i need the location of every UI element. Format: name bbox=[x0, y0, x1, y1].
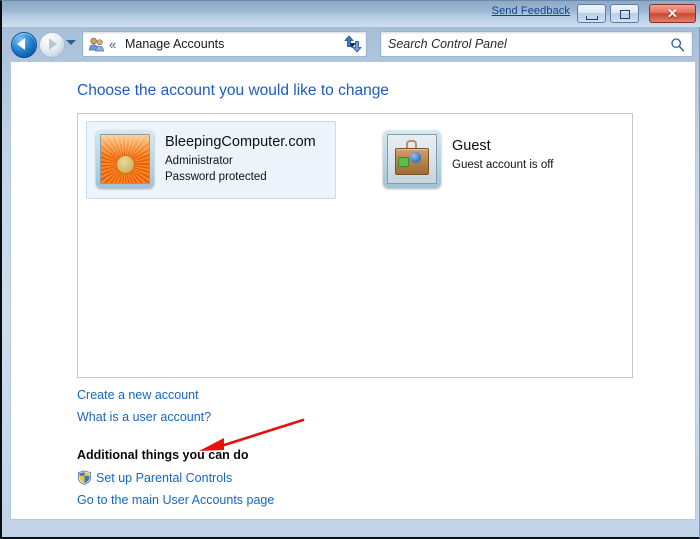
go-to-main-user-accounts-link[interactable]: Go to the main User Accounts page bbox=[77, 493, 274, 507]
account-tile-bleepingcomputer[interactable]: BleepingComputer.com Administrator Passw… bbox=[86, 121, 336, 199]
refresh-button[interactable] bbox=[340, 31, 366, 57]
forward-button[interactable] bbox=[39, 32, 65, 58]
suitcase-sticker-green-icon bbox=[398, 157, 409, 167]
account-tile-guest[interactable]: Guest Guest account is off bbox=[373, 121, 623, 199]
content-area: Choose the account you would like to cha… bbox=[10, 61, 696, 520]
account-name: BleepingComputer.com bbox=[165, 134, 316, 150]
account-password-status: Password protected bbox=[165, 171, 267, 183]
back-button[interactable] bbox=[11, 32, 37, 58]
set-up-parental-controls-link[interactable]: Set up Parental Controls bbox=[96, 471, 232, 485]
recent-pages-chevron-down-icon[interactable] bbox=[66, 40, 76, 45]
create-new-account-link[interactable]: Create a new account bbox=[77, 388, 199, 402]
maximize-button[interactable] bbox=[610, 4, 639, 23]
avatar bbox=[96, 130, 154, 188]
page-title: Choose the account you would like to cha… bbox=[77, 82, 389, 99]
account-type: Administrator bbox=[165, 155, 233, 167]
control-panel-window: Send Feedback ✕ « Manage Accounts Search… bbox=[0, 0, 700, 539]
accounts-list-panel: BleepingComputer.com Administrator Passw… bbox=[77, 113, 633, 378]
suitcase-picture-icon bbox=[388, 135, 436, 183]
account-name: Guest bbox=[452, 138, 491, 154]
close-button[interactable]: ✕ bbox=[649, 4, 696, 23]
search-icon bbox=[670, 37, 685, 57]
close-icon: ✕ bbox=[667, 6, 678, 21]
minimize-button[interactable] bbox=[577, 4, 606, 23]
refresh-icon bbox=[344, 35, 362, 53]
maximize-icon bbox=[620, 10, 630, 19]
account-status: Guest account is off bbox=[452, 159, 554, 171]
user-accounts-icon bbox=[88, 36, 105, 53]
navigation-bar: « Manage Accounts Search Control Panel bbox=[2, 27, 700, 61]
arrow-left-icon bbox=[17, 38, 25, 50]
additional-things-heading: Additional things you can do bbox=[77, 448, 249, 462]
sunflower-picture-icon bbox=[101, 135, 149, 183]
search-input[interactable]: Search Control Panel bbox=[380, 31, 693, 57]
avatar bbox=[383, 130, 441, 188]
arrow-right-icon bbox=[49, 38, 57, 50]
uac-shield-icon bbox=[77, 470, 92, 485]
what-is-user-account-link[interactable]: What is a user account? bbox=[77, 410, 211, 424]
breadcrumb-chevron[interactable]: « bbox=[109, 37, 116, 53]
suitcase-sticker-blue-icon bbox=[410, 152, 421, 163]
minimize-icon bbox=[586, 16, 598, 20]
send-feedback-link[interactable]: Send Feedback bbox=[492, 5, 570, 17]
window-titlebar: Send Feedback ✕ bbox=[2, 1, 700, 27]
breadcrumb[interactable]: Manage Accounts bbox=[125, 36, 224, 53]
search-input-text: Search Control Panel bbox=[388, 37, 507, 51]
address-bar[interactable]: « Manage Accounts bbox=[82, 31, 367, 57]
